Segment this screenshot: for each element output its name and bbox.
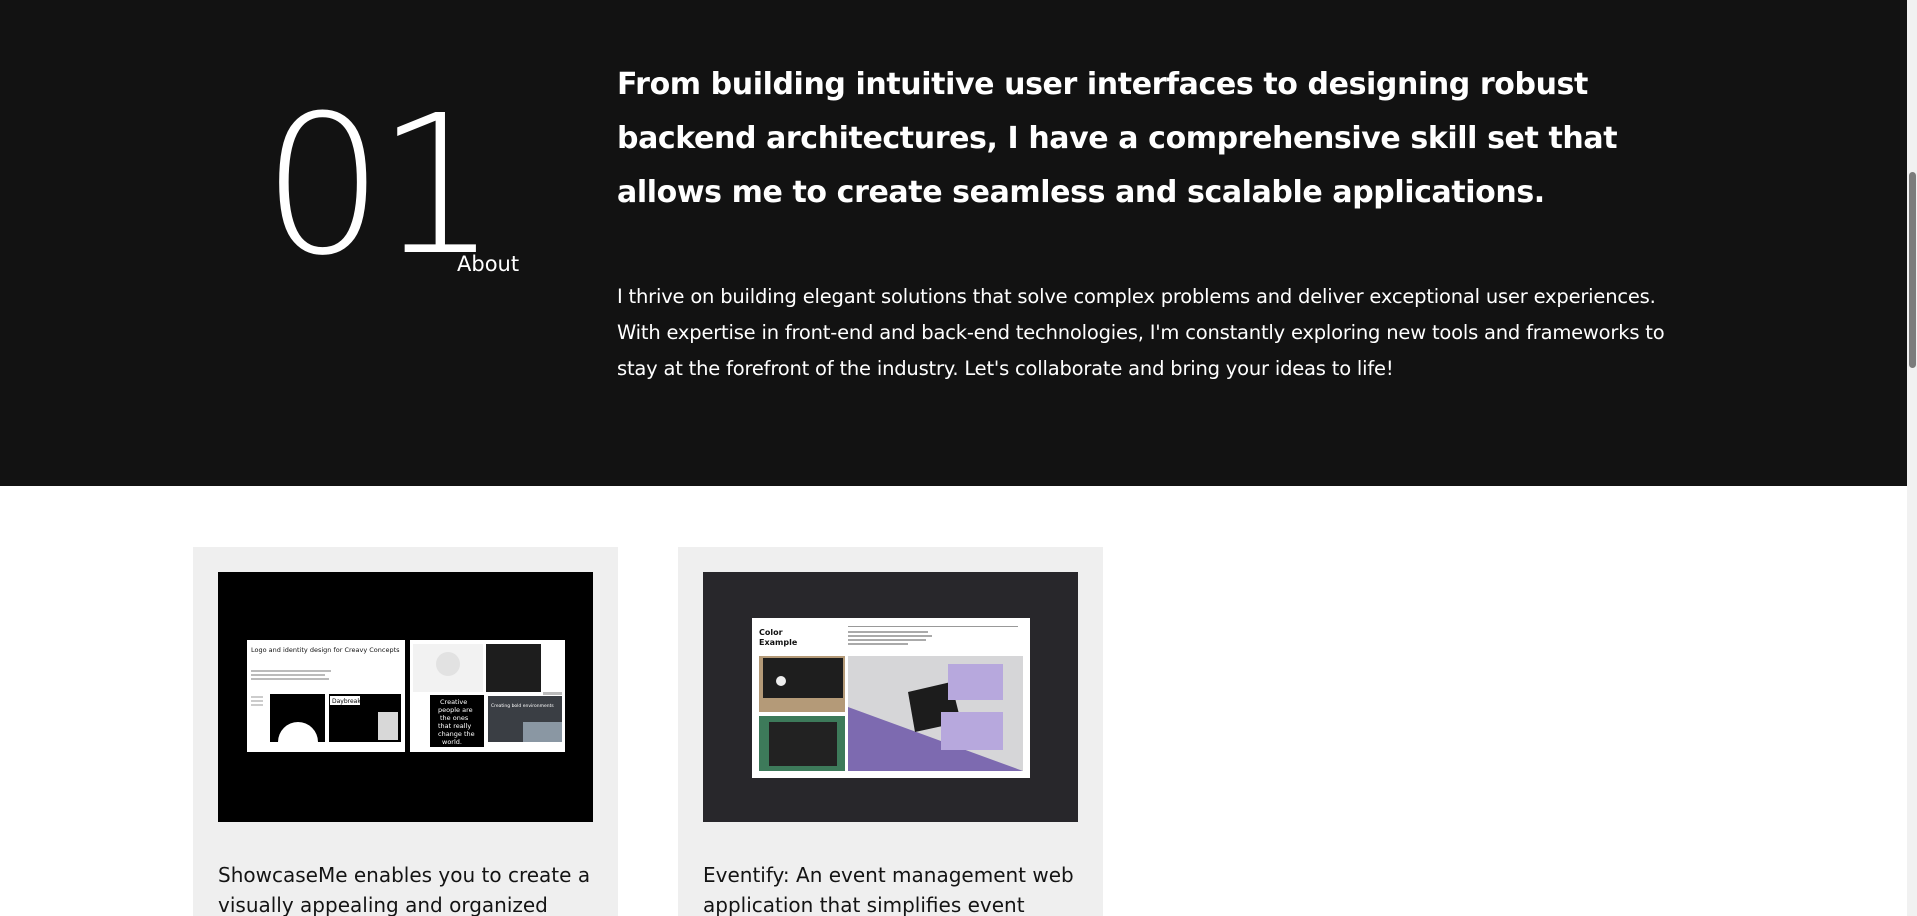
project-card-eventify[interactable]: Color Example Eventify: An event managem… [678, 547, 1103, 916]
quote-line-1: Creative [440, 698, 467, 706]
scrollbar-track[interactable] [1907, 0, 1917, 916]
thumbnail-heading: Logo and identity design for Creavy Conc… [251, 646, 400, 654]
project-card-showcaseme[interactable]: Logo and identity design for Creavy Conc… [193, 547, 618, 916]
thumbnail-side-text: Creating bold environments [491, 703, 554, 709]
about-body: I thrive on building elegant solutions t… [617, 285, 1665, 380]
scrollbar-thumb[interactable] [1909, 172, 1916, 368]
quote-line-5: change the [438, 730, 475, 738]
project-thumbnail[interactable]: Logo and identity design for Creavy Conc… [218, 572, 593, 822]
quote-line-6: world. [442, 738, 462, 746]
section-label: About [457, 252, 520, 276]
color-example-mockup-image: Color Example [703, 572, 1078, 822]
thumbnail-heading-line-1: Color [759, 628, 783, 637]
quote-line-3: the ones [440, 714, 469, 722]
quote-line-2: people are [438, 706, 473, 714]
project-description: Eventify: An event management web applic… [703, 863, 1074, 916]
thumbnail-heading-line-2: Example [759, 638, 798, 647]
project-description: ShowcaseMe enables you to create a visua… [218, 863, 591, 916]
brand-mockup-image: Logo and identity design for Creavy Conc… [218, 572, 593, 822]
about-headline: From building intuitive user interfaces … [617, 67, 1618, 210]
project-thumbnail[interactable]: Color Example [703, 572, 1078, 822]
portfolio-page: 01 About From building intuitive user in… [0, 0, 1917, 916]
thumbnail-tag: Daybreak [332, 698, 361, 705]
about-section: 01 About From building intuitive user in… [0, 0, 1907, 486]
quote-line-4: that really [438, 722, 471, 730]
